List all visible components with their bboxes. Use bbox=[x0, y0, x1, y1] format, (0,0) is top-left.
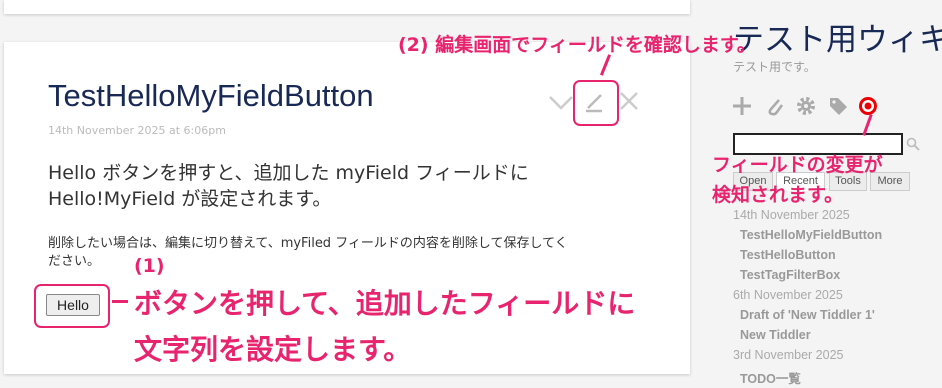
tag-icon[interactable] bbox=[827, 95, 849, 121]
recent-link[interactable]: TestHelloButton bbox=[740, 248, 836, 262]
tiddler-body-text: Hello ボタンを押すと、追加した myField フィールドに Hello!… bbox=[48, 160, 658, 212]
chevron-down-icon[interactable] bbox=[547, 92, 575, 112]
site-title: テスト用ウィキ bbox=[733, 22, 942, 57]
tiddler-date: 14th November 2025 at 6:06pm bbox=[48, 124, 226, 137]
recent-link[interactable]: TODO一覧 bbox=[740, 368, 801, 387]
recent-link[interactable]: TestHelloMyFieldButton bbox=[740, 228, 882, 242]
annotation-box-edit bbox=[573, 80, 619, 126]
annotation-change-line: フィールドの変更が bbox=[712, 154, 883, 176]
note-line: 削除したい場合は、編集に切り替えて、myFiled フィールドの内容を削除して保… bbox=[48, 236, 568, 251]
annotation-connector bbox=[112, 300, 128, 303]
previous-tiddler-card bbox=[4, 0, 690, 14]
tiddler-title: TestHelloMyFieldButton bbox=[48, 78, 374, 113]
close-icon[interactable] bbox=[618, 90, 640, 112]
annotation-step2: (2) 編集画面でフィールドを確認します。 bbox=[398, 34, 756, 56]
recent-link[interactable]: New Tiddler bbox=[740, 328, 811, 342]
recent-date: 3rd November 2025 bbox=[733, 348, 844, 362]
plus-icon[interactable] bbox=[731, 95, 753, 121]
annotation-change-line: 検知されます。 bbox=[712, 184, 844, 206]
search-icon[interactable] bbox=[906, 136, 920, 155]
body-line: Hello!MyField が設定されます。 bbox=[48, 188, 332, 210]
annotation-step1-line: ボタンを押して、追加したフィールドに bbox=[134, 287, 636, 320]
body-line: Hello ボタンを押すと、追加した myField フィールドに bbox=[48, 162, 529, 184]
site-subtitle: テスト用です。 bbox=[733, 60, 816, 74]
gear-icon[interactable] bbox=[795, 95, 817, 121]
annotation-step1-line: 文字列を設定します。 bbox=[134, 333, 412, 366]
recent-date: 14th November 2025 bbox=[733, 208, 850, 222]
paperclip-icon[interactable] bbox=[765, 95, 785, 121]
annotation-box-hello bbox=[34, 284, 110, 328]
recent-link[interactable]: TestTagFilterBox bbox=[740, 268, 840, 282]
recent-link[interactable]: Draft of 'New Tiddler 1' bbox=[740, 308, 875, 322]
recent-date: 6th November 2025 bbox=[733, 288, 843, 302]
annotation-step1-label: (1) bbox=[134, 255, 165, 277]
